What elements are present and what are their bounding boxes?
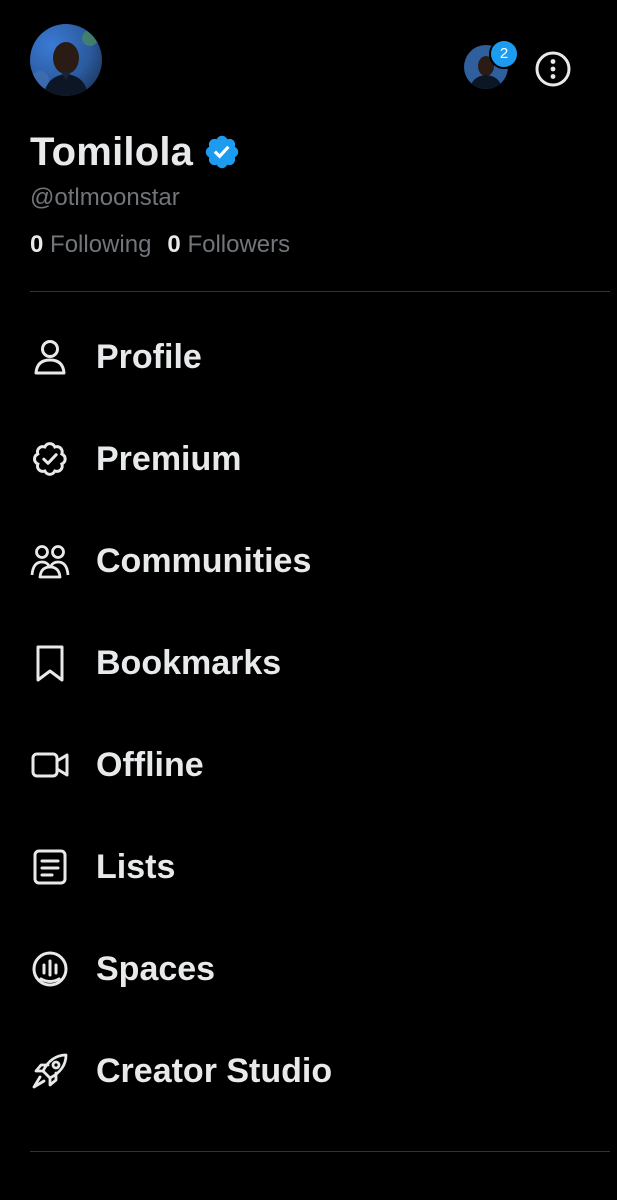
menu-label-bookmarks: Bookmarks	[96, 643, 282, 682]
menu-label-creator-studio: Creator Studio	[96, 1051, 333, 1090]
spaces-icon	[30, 949, 70, 989]
rocket-icon	[30, 1051, 70, 1091]
followers-label: Followers	[187, 231, 291, 258]
avatar-image	[30, 24, 102, 96]
menu-label-premium: Premium	[96, 439, 242, 478]
menu-label-communities: Communities	[96, 541, 312, 580]
follow-stats: 0 Following 0 Followers	[30, 231, 290, 259]
account-switcher-button[interactable]: 2	[464, 39, 519, 91]
more-options-button[interactable]	[533, 49, 573, 89]
menu-item-spaces[interactable]: Spaces	[0, 918, 617, 1020]
notification-badge: 2	[489, 39, 519, 69]
video-camera-icon	[30, 745, 70, 785]
verified-badge-icon	[205, 135, 239, 169]
menu-label-profile: Profile	[96, 337, 202, 376]
menu-item-creator-studio[interactable]: Creator Studio	[0, 1020, 617, 1122]
profile-name-row[interactable]: Tomilola	[30, 128, 241, 176]
menu-item-offline[interactable]: Offline	[0, 714, 617, 816]
more-options-icon	[535, 51, 571, 87]
communities-icon	[30, 541, 70, 581]
premium-badge-icon	[30, 439, 70, 479]
following-count: 0	[30, 231, 44, 258]
menu-item-premium[interactable]: Premium	[0, 408, 617, 510]
bookmark-icon	[30, 643, 70, 683]
list-icon	[30, 847, 70, 887]
display-name: Tomilola	[30, 129, 194, 174]
followers-count: 0	[167, 231, 181, 258]
profile-avatar[interactable]	[30, 24, 102, 96]
following-label: Following	[50, 231, 152, 258]
profile-handle: @otlmoonstar	[30, 184, 180, 211]
menu-label-spaces: Spaces	[96, 949, 216, 988]
menu-item-lists[interactable]: Lists	[0, 816, 617, 918]
followers-link[interactable]: 0 Followers	[167, 231, 290, 259]
following-link[interactable]: 0 Following	[30, 231, 151, 259]
menu-item-communities[interactable]: Communities	[0, 510, 617, 612]
menu-divider	[30, 1151, 610, 1152]
header-divider	[30, 291, 610, 292]
person-icon	[30, 337, 70, 377]
navigation-drawer: 2 Tomilola @otlmoonstar 0 Following 0 Fo…	[0, 0, 617, 1200]
menu-item-profile[interactable]: Profile	[0, 306, 617, 408]
menu-label-lists: Lists	[96, 847, 176, 886]
menu-label-offline: Offline	[96, 745, 204, 784]
menu-item-bookmarks[interactable]: Bookmarks	[0, 612, 617, 714]
